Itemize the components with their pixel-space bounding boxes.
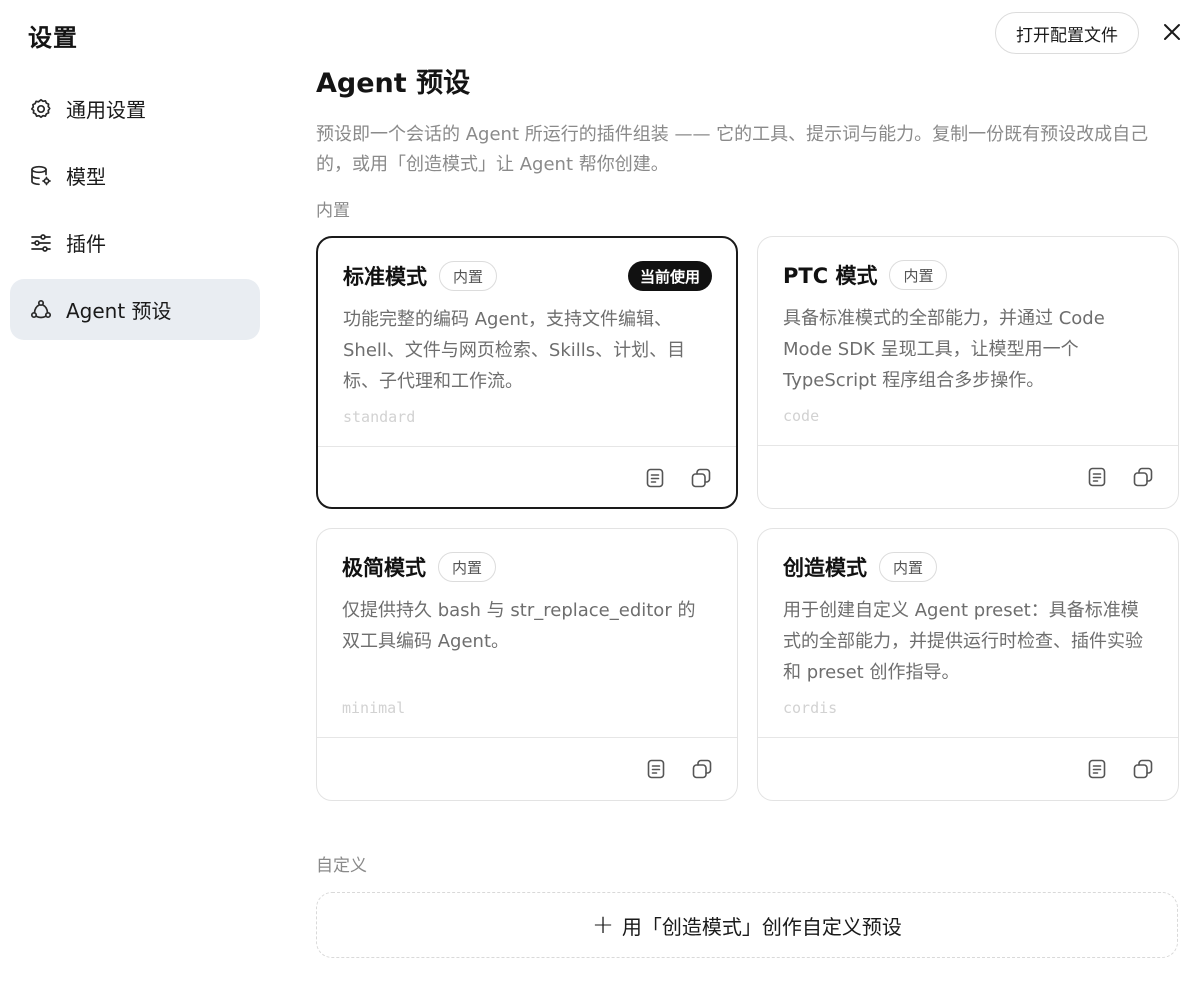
- copy-icon[interactable]: [1130, 464, 1156, 490]
- close-icon[interactable]: [1160, 20, 1186, 46]
- card-footer: [758, 737, 1178, 800]
- open-config-file-button[interactable]: 打开配置文件: [995, 12, 1139, 54]
- agent-nodes-icon: [28, 297, 54, 323]
- sidebar-item-general[interactable]: 通用设置: [10, 78, 260, 139]
- card-footer: [317, 737, 737, 800]
- plus-icon: +: [592, 910, 614, 940]
- sidebar-item-label: 插件: [66, 232, 106, 256]
- preset-name: 创造模式: [783, 556, 867, 580]
- copy-icon[interactable]: [689, 756, 715, 782]
- preset-slug: standard: [343, 408, 416, 426]
- sidebar: 设置 通用设置 模型 插件 Agent 预设: [0, 0, 280, 984]
- settings-window: 设置 通用设置 模型 插件 Agent 预设 打开配置文件 Agent 预设 预…: [0, 0, 1200, 984]
- copy-icon[interactable]: [688, 465, 714, 491]
- view-document-icon[interactable]: [1084, 756, 1110, 782]
- preset-description: 用于创建自定义 Agent preset：具备标准模式的全部能力，并提供运行时检…: [783, 600, 1143, 683]
- view-document-icon[interactable]: [1084, 464, 1110, 490]
- preset-slug: cordis: [783, 699, 838, 717]
- preset-card-ptc[interactable]: PTC 模式 内置 具备标准模式的全部能力，并通过 Code Mode SDK …: [757, 236, 1179, 509]
- copy-icon[interactable]: [1130, 756, 1156, 782]
- sliders-icon: [28, 230, 54, 256]
- gear-icon: [28, 96, 54, 122]
- preset-slug: code: [783, 407, 820, 425]
- preset-description: 功能完整的编码 Agent，支持文件编辑、Shell、文件与网页检索、Skill…: [343, 309, 686, 392]
- preset-name: 极简模式: [342, 556, 426, 580]
- builtin-section-label: 内置: [316, 201, 350, 221]
- view-document-icon[interactable]: [643, 756, 669, 782]
- app-title: 设置: [28, 24, 78, 52]
- page-description: 预设即一个会话的 Agent 所运行的插件组装 —— 它的工具、提示词与能力。复…: [316, 124, 1149, 175]
- preset-description: 仅提供持久 bash 与 str_replace_editor 的双工具编码 A…: [342, 600, 696, 652]
- preset-card-minimal[interactable]: 极简模式 内置 仅提供持久 bash 与 str_replace_editor …: [316, 528, 738, 801]
- builtin-badge: 内置: [438, 552, 497, 582]
- card-footer: [318, 446, 736, 507]
- sidebar-item-agent-presets[interactable]: Agent 预设: [10, 279, 260, 340]
- sidebar-item-label: 模型: [66, 165, 106, 189]
- current-badge: 当前使用: [627, 261, 712, 291]
- preset-card-creative[interactable]: 创造模式 内置 用于创建自定义 Agent preset：具备标准模式的全部能力…: [757, 528, 1179, 801]
- card-footer: [758, 445, 1178, 508]
- builtin-badge: 内置: [889, 260, 948, 290]
- preset-name: PTC 模式: [783, 264, 878, 288]
- card-header: 极简模式 内置: [342, 551, 713, 583]
- card-header: 创造模式 内置: [783, 551, 1154, 583]
- preset-description: 具备标准模式的全部能力，并通过 Code Mode SDK 呈现工具，让模型用一…: [783, 308, 1105, 391]
- sidebar-item-label: 通用设置: [66, 98, 146, 122]
- preset-card-standard[interactable]: 标准模式 内置 当前使用 功能完整的编码 Agent，支持文件编辑、Shell、…: [316, 236, 738, 509]
- card-header: 标准模式 内置 当前使用: [343, 260, 712, 292]
- sidebar-item-label: Agent 预设: [66, 299, 172, 323]
- custom-section-label: 自定义: [316, 856, 367, 876]
- sidebar-item-models[interactable]: 模型: [10, 145, 260, 206]
- database-gear-icon: [28, 163, 54, 189]
- main-content: Agent 预设 预设即一个会话的 Agent 所运行的插件组装 —— 它的工具…: [316, 64, 1178, 180]
- builtin-badge: 内置: [879, 552, 938, 582]
- preset-slug: minimal: [342, 699, 406, 717]
- view-document-icon[interactable]: [642, 465, 668, 491]
- preset-name: 标准模式: [343, 265, 427, 289]
- builtin-badge: 内置: [439, 261, 498, 291]
- card-header: PTC 模式 内置: [783, 259, 1154, 291]
- create-custom-preset-button[interactable]: + 用「创造模式」创作自定义预设: [316, 892, 1178, 958]
- create-custom-preset-label: 用「创造模式」创作自定义预设: [621, 914, 902, 939]
- page-title: Agent 预设: [316, 68, 471, 99]
- sidebar-item-plugins[interactable]: 插件: [10, 212, 260, 273]
- sidebar-nav: 通用设置 模型 插件 Agent 预设: [10, 78, 260, 346]
